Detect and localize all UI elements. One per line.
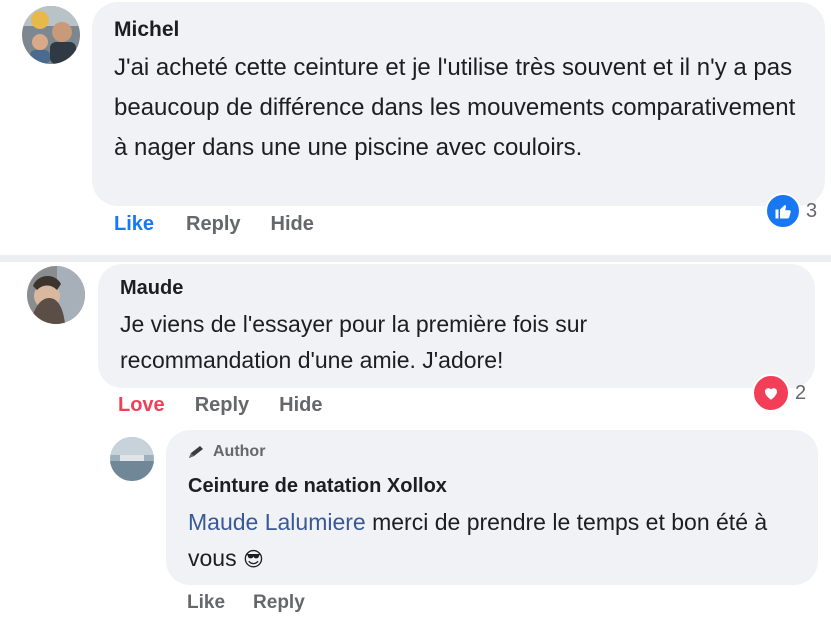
- comment-text: Je viens de l'essayer pour la première f…: [120, 311, 588, 373]
- reaction-summary[interactable]: 3: [765, 193, 817, 229]
- page-avatar[interactable]: [110, 437, 154, 481]
- like-button[interactable]: Like: [187, 592, 225, 614]
- reaction-count: 3: [806, 199, 818, 222]
- like-reaction-icon: [765, 193, 801, 229]
- avatar[interactable]: [22, 6, 80, 64]
- pencil-icon: [187, 444, 207, 460]
- reply-author[interactable]: Ceinture de natation Xollox: [188, 475, 447, 498]
- hide-button[interactable]: Hide: [271, 213, 314, 236]
- reply-button[interactable]: Reply: [195, 394, 249, 417]
- reaction-count: 2: [795, 381, 807, 404]
- comment-actions: Like Reply Hide: [114, 213, 314, 236]
- comment-actions: Love Reply Hide: [118, 394, 323, 417]
- comment-author[interactable]: Michel: [114, 18, 179, 42]
- author-badge-label: Author: [213, 443, 266, 460]
- love-reaction-icon: [752, 374, 790, 412]
- like-button[interactable]: Like: [114, 213, 154, 236]
- reply-actions: Like Reply: [187, 592, 305, 614]
- avatar[interactable]: [27, 266, 85, 324]
- reply-button[interactable]: Reply: [186, 213, 240, 236]
- comment-text: J'ai acheté cette ceinture et je l'utili…: [114, 54, 796, 161]
- love-button[interactable]: Love: [118, 394, 165, 417]
- sunglasses-emoji: 😎: [242, 549, 264, 571]
- author-badge: Author: [187, 443, 265, 461]
- reaction-summary[interactable]: 2: [752, 374, 806, 412]
- reply-text: Maude Lalumiere merci de prendre le temp…: [188, 504, 798, 578]
- reply-button[interactable]: Reply: [253, 592, 305, 614]
- divider: [0, 255, 831, 262]
- comment-author[interactable]: Maude: [120, 277, 183, 300]
- mention-link[interactable]: Maude Lalumiere: [188, 509, 366, 535]
- hide-button[interactable]: Hide: [279, 394, 322, 417]
